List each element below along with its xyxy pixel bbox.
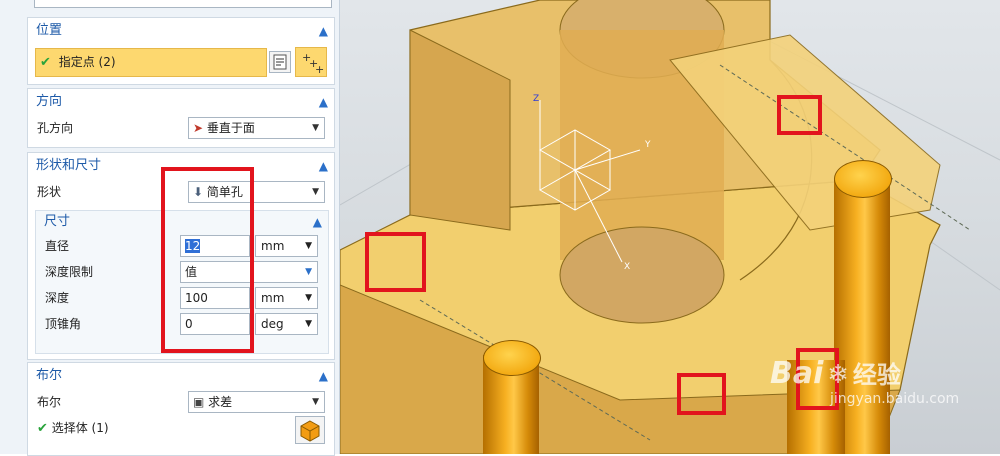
- tip-angle-unit-dropdown[interactable]: deg ▼: [255, 313, 318, 335]
- boolean-title: 布尔: [36, 368, 63, 383]
- highlight-box: [677, 373, 726, 415]
- dropdown-arrow-icon: ▼: [305, 267, 312, 277]
- solid-body-icon[interactable]: [295, 416, 325, 444]
- check-icon: ✔: [37, 421, 48, 436]
- dropdown-arrow-icon: ▼: [312, 187, 319, 197]
- paw-icon: ❄: [827, 360, 850, 390]
- hole-dialog-panel: 位置 ▲ ✔ 指定点 (2) + + + 方向 ▲ 孔方向 ➤ 垂直于面 ▼ 形…: [0, 0, 340, 456]
- position-header[interactable]: 位置 ▲: [28, 18, 334, 44]
- depth-unit-dropdown[interactable]: mm ▼: [255, 287, 318, 309]
- watermark-brand: Bai: [770, 356, 824, 391]
- dropdown-arrow-icon: ▼: [305, 293, 312, 303]
- watermark-url: jingyan.baidu.com: [830, 391, 960, 407]
- subtract-icon: ▣: [193, 395, 205, 409]
- depth-label: 深度: [45, 291, 70, 305]
- axis-y-label: Y: [645, 140, 651, 150]
- sketch-icon: [273, 54, 287, 70]
- position-section: 位置 ▲ ✔ 指定点 (2) + + +: [27, 17, 335, 85]
- select-body-label: 选择体 (1): [51, 421, 109, 435]
- normal-face-icon: ➤: [193, 121, 204, 135]
- tip-angle-label: 顶锥角: [45, 317, 82, 331]
- hole-direction-row: 孔方向 ➤ 垂直于面 ▼: [28, 115, 334, 141]
- top-field[interactable]: [34, 0, 332, 8]
- axis-x-label: X: [624, 262, 631, 272]
- check-icon: ✔: [40, 55, 51, 70]
- cube-icon: [300, 420, 320, 442]
- position-title: 位置: [36, 23, 63, 38]
- collapse-chevron-icon[interactable]: ▲: [319, 363, 328, 389]
- point-dialog-icon[interactable]: + + +: [295, 47, 327, 77]
- tip-angle-unit: deg: [261, 317, 284, 331]
- boolean-dropdown[interactable]: ▣ 求差 ▼: [188, 391, 325, 413]
- collapse-chevron-icon[interactable]: ▲: [313, 211, 322, 233]
- shape-title: 形状和尺寸: [36, 158, 102, 173]
- dimensions-title: 尺寸: [44, 214, 71, 229]
- highlight-box: [365, 232, 426, 292]
- baidu-watermark: Bai ❄ 经验 jingyan.baidu.com: [770, 355, 1000, 435]
- shape-label: 形状: [37, 185, 62, 199]
- direction-header[interactable]: 方向 ▲: [28, 89, 334, 115]
- collapse-chevron-icon[interactable]: ▲: [319, 89, 328, 115]
- plus-points-icon: ++ +: [302, 51, 324, 76]
- svg-text:+: +: [315, 63, 324, 76]
- dropdown-arrow-icon: ▼: [305, 319, 312, 329]
- axis-z-label: Z: [533, 94, 540, 104]
- cylinder-top: [483, 340, 541, 376]
- diameter-label: 直径: [45, 239, 70, 253]
- diameter-unit-dropdown[interactable]: mm ▼: [255, 235, 318, 257]
- dropdown-arrow-icon: ▼: [305, 241, 312, 251]
- select-body-row[interactable]: ✔ 选择体 (1): [28, 415, 334, 444]
- boolean-label: 布尔: [37, 395, 62, 409]
- specify-point-row[interactable]: ✔ 指定点 (2): [35, 48, 267, 77]
- highlight-box: [161, 167, 254, 353]
- boolean-row: 布尔 ▣ 求差 ▼: [28, 389, 334, 415]
- specify-point-label: 指定点 (2): [58, 55, 116, 69]
- hole-direction-value: 垂直于面: [206, 121, 255, 135]
- boolean-header[interactable]: 布尔 ▲: [28, 363, 334, 389]
- boolean-section: 布尔 ▲ 布尔 ▣ 求差 ▼ ✔ 选择体 (1): [27, 362, 335, 456]
- direction-title: 方向: [36, 94, 63, 109]
- depth-unit: mm: [261, 291, 285, 305]
- collapse-chevron-icon[interactable]: ▲: [319, 18, 328, 44]
- boolean-value: 求差: [208, 395, 233, 409]
- dropdown-arrow-icon: ▼: [312, 397, 319, 407]
- collapse-chevron-icon[interactable]: ▲: [319, 153, 328, 179]
- highlight-box: [777, 95, 822, 135]
- watermark-brand2: 经验: [852, 361, 901, 389]
- sketch-point-icon[interactable]: [269, 51, 291, 73]
- direction-section: 方向 ▲ 孔方向 ➤ 垂直于面 ▼: [27, 88, 335, 148]
- dropdown-arrow-icon: ▼: [312, 123, 319, 133]
- depth-limit-label: 深度限制: [45, 265, 94, 279]
- hole-direction-label: 孔方向: [37, 121, 74, 135]
- cylinder-top: [834, 160, 892, 198]
- hole-direction-dropdown[interactable]: ➤ 垂直于面 ▼: [188, 117, 325, 139]
- diameter-unit: mm: [261, 239, 285, 253]
- graphics-viewport[interactable]: Z Y X Bai ❄ 经验 jingyan.baidu.com: [340, 0, 1000, 454]
